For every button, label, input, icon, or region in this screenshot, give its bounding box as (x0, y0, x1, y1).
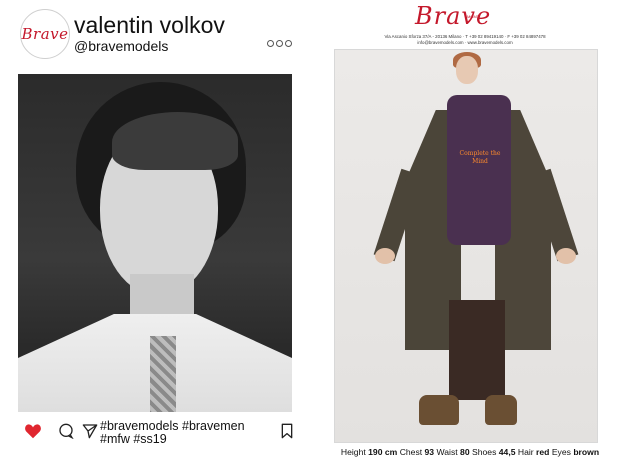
measure-height-label: Height (340, 447, 366, 457)
hoodie-print-text: Complete the Mind (459, 150, 501, 165)
measure-hair-value: red (536, 447, 550, 457)
measure-eyes-value: brown (573, 447, 600, 457)
measure-waist-value: 80 (460, 447, 470, 457)
agency-logo-subtext: MGMT (467, 14, 480, 19)
measure-shoes-value: 44,5 (498, 447, 516, 457)
measure-chest-label: Chest (399, 447, 423, 457)
measurements-line: Height 190 cm Chest 93 Waist 80 Shoes 44… (320, 447, 620, 457)
profile-handle[interactable]: @bravemodels (74, 38, 168, 54)
measure-shoes-label: Shoes (472, 447, 497, 457)
avatar[interactable]: Brave (20, 9, 70, 59)
agency-address: Via Ascanio Sforza 37/A - 20136 Milano ·… (320, 34, 610, 46)
more-icon[interactable] (267, 40, 292, 47)
measure-waist-label: Waist (436, 447, 458, 457)
address-line-2: info@bravemodels.com · www.bravemodels.c… (417, 40, 513, 45)
bookmark-icon[interactable] (280, 423, 294, 439)
measure-eyes-label: Eyes (551, 447, 571, 457)
profile-name[interactable]: valentin volkov (74, 12, 225, 39)
measure-hair-label: Hair (517, 447, 534, 457)
share-icon[interactable] (82, 423, 98, 439)
full-length-photo: Complete the Mind (334, 49, 598, 443)
avatar-logo: Brave (21, 25, 69, 43)
heart-icon[interactable] (24, 423, 42, 439)
comment-icon[interactable] (58, 423, 74, 439)
profile-card: Brave valentin volkov @bravemodels #brav… (10, 4, 306, 462)
agency-logo: Brave (415, 2, 492, 30)
post-actions: #bravemodels #bravemen #mfw #ss19 (18, 419, 294, 459)
post-caption: #bravemodels #bravemen #mfw #ss19 (100, 419, 245, 446)
portrait-photo (18, 74, 292, 412)
measure-height-value: 190 cm (368, 447, 398, 457)
measure-chest-value: 93 (424, 447, 435, 457)
comp-card: Brave MGMT Via Ascanio Sforza 37/A - 201… (320, 0, 610, 469)
